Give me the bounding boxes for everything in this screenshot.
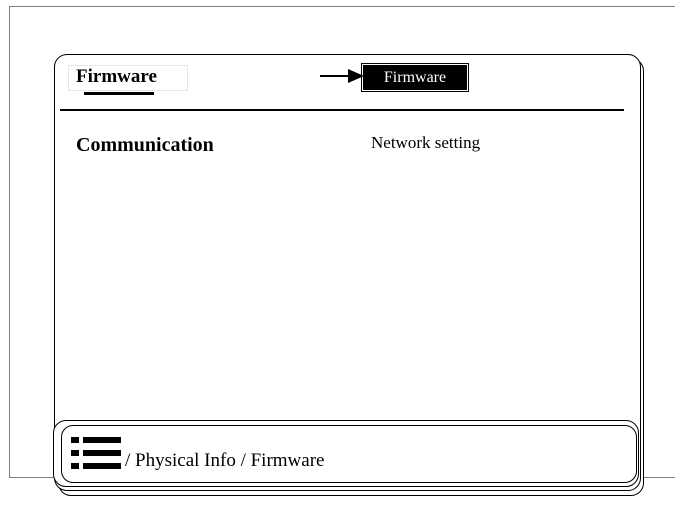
- tab-underline: [84, 92, 154, 95]
- right-arrow-icon: [320, 69, 364, 83]
- row-label-communication: Communication: [76, 134, 214, 156]
- tab-title: Firmware: [76, 66, 157, 87]
- header-divider: [60, 109, 624, 111]
- row-value-network-setting[interactable]: Network setting: [371, 131, 480, 155]
- menu-icon[interactable]: [71, 435, 121, 471]
- diagram-canvas: Firmware Firmware Communication Network …: [0, 0, 675, 505]
- active-tab-label[interactable]: Firmware: [361, 63, 469, 92]
- breadcrumb: / Physical Info / Firmware: [125, 450, 325, 471]
